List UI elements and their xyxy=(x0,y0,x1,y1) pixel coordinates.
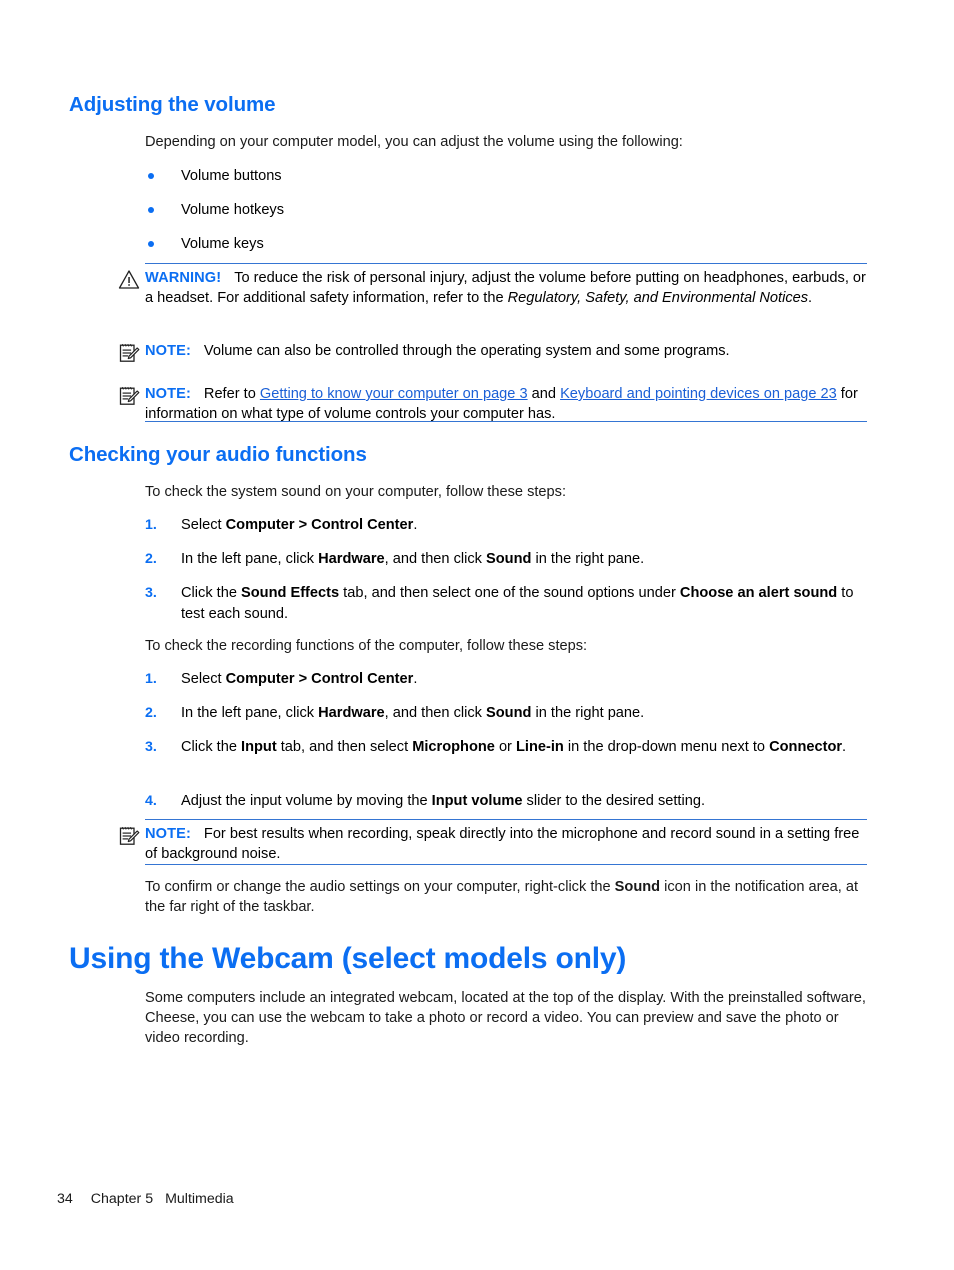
list-item-label: Volume buttons xyxy=(181,168,282,184)
note-body-3: For best results when recording, speak d… xyxy=(145,826,860,862)
note-label: NOTE: xyxy=(145,826,191,842)
note-clipboard-icon xyxy=(118,342,140,363)
note-admonition-1: NOTE: Volume can also be controlled throu… xyxy=(119,341,867,362)
note-clipboard-icon xyxy=(118,825,140,846)
step-text: Select Computer > Control Center. xyxy=(181,671,418,687)
note-body-1: Volume can also be controlled through th… xyxy=(203,343,730,359)
link-keyboard-and-pointing-devices[interactable]: Keyboard and pointing devices on page 23 xyxy=(560,386,837,402)
footer-page-number: 34 xyxy=(57,1191,73,1207)
paragraph-volume-intro: Depending on your computer model, you ca… xyxy=(145,134,683,150)
ordered-list-item: 2. In the left pane, click Hardware, and… xyxy=(145,703,867,724)
bullet-dot-icon xyxy=(148,173,154,179)
note-clipboard-icon xyxy=(118,385,140,406)
list-item: Volume buttons xyxy=(145,166,867,186)
paragraph-confirm-audio-settings: To confirm or change the audio settings … xyxy=(145,879,859,915)
list-item-label: Volume keys xyxy=(181,236,264,252)
note-label: NOTE: xyxy=(145,343,191,359)
step-number: 1. xyxy=(145,517,157,533)
warning-label: WARNING! xyxy=(145,270,222,286)
step-number: 2. xyxy=(145,705,157,721)
heading-using-the-webcam: Using the Webcam (select models only) xyxy=(69,942,627,975)
step-number: 3. xyxy=(145,585,157,601)
step-number: 3. xyxy=(145,739,157,755)
admonition-rule-bottom xyxy=(145,864,867,865)
heading-checking-your-audio-functions: Checking your audio functions xyxy=(69,443,367,466)
step-text: Adjust the input volume by moving the In… xyxy=(181,793,706,809)
warning-text: WARNING! To reduce the risk of personal i… xyxy=(145,268,867,308)
step-text: In the left pane, click Hardware, and th… xyxy=(181,551,645,567)
note-text-1: NOTE: Volume can also be controlled throu… xyxy=(145,341,867,361)
ordered-list-item: 4. Adjust the input volume by moving the… xyxy=(145,791,867,812)
paragraph-system-sound-intro: To check the system sound on your comput… xyxy=(145,484,567,500)
ordered-list-item: 2. In the left pane, click Hardware, and… xyxy=(145,549,867,570)
note-admonition-3: NOTE: For best results when recording, sp… xyxy=(119,824,867,864)
note-text-3: NOTE: For best results when recording, sp… xyxy=(145,824,867,864)
note-admonition-2: NOTE: Refer to Getting to know your compu… xyxy=(119,384,867,424)
note-body-2-part2: and xyxy=(527,386,561,402)
warning-text-part2: . xyxy=(808,290,813,306)
warning-triangle-icon xyxy=(118,269,140,290)
list-item: Volume keys xyxy=(145,234,867,254)
list-item: Volume hotkeys xyxy=(145,200,867,220)
footer-chapter: Chapter 5 xyxy=(90,1191,154,1207)
note-text-2: NOTE: Refer to Getting to know your compu… xyxy=(145,384,867,424)
step-text: Select Computer > Control Center. xyxy=(181,517,418,533)
ordered-list-item: 1. Select Computer > Control Center. xyxy=(145,515,867,536)
document-page: Adjusting the volume Depending on your c… xyxy=(0,0,954,1270)
step-number: 1. xyxy=(145,671,157,687)
paragraph-webcam-description: Some computers include an integrated web… xyxy=(145,990,866,1046)
step-text: Click the Sound Effects tab, and then se… xyxy=(181,585,854,622)
paragraph-recording-intro: To check the recording functions of the … xyxy=(145,638,588,654)
page-footer: 34 Chapter 5 Multimedia xyxy=(57,1191,234,1207)
link-getting-to-know-your-computer[interactable]: Getting to know your computer on page 3 xyxy=(260,386,528,402)
ordered-list-item: 1. Select Computer > Control Center. xyxy=(145,669,867,690)
ordered-list-item: 3. Click the Sound Effects tab, and then… xyxy=(145,583,867,624)
bullet-dot-icon xyxy=(148,207,154,213)
warning-italic-title: Regulatory, Safety, and Environmental No… xyxy=(507,290,809,306)
heading-adjusting-the-volume: Adjusting the volume xyxy=(69,93,276,116)
footer-chapter-title: Multimedia xyxy=(165,1191,234,1207)
note-body-2-part1: Refer to xyxy=(203,386,260,402)
step-text: Click the Input tab, and then select Mic… xyxy=(181,739,847,755)
ordered-list-item: 3. Click the Input tab, and then select … xyxy=(145,737,867,758)
admonition-rule-top xyxy=(145,819,867,820)
step-number: 4. xyxy=(145,793,157,809)
list-item-label: Volume hotkeys xyxy=(181,202,285,218)
bullet-dot-icon xyxy=(148,241,154,247)
admonition-rule-bottom xyxy=(145,421,867,422)
step-text: In the left pane, click Hardware, and th… xyxy=(181,705,645,721)
note-label: NOTE: xyxy=(145,386,191,402)
admonition-rule-top xyxy=(145,263,867,264)
warning-admonition: WARNING! To reduce the risk of personal i… xyxy=(118,268,867,308)
step-number: 2. xyxy=(145,551,157,567)
